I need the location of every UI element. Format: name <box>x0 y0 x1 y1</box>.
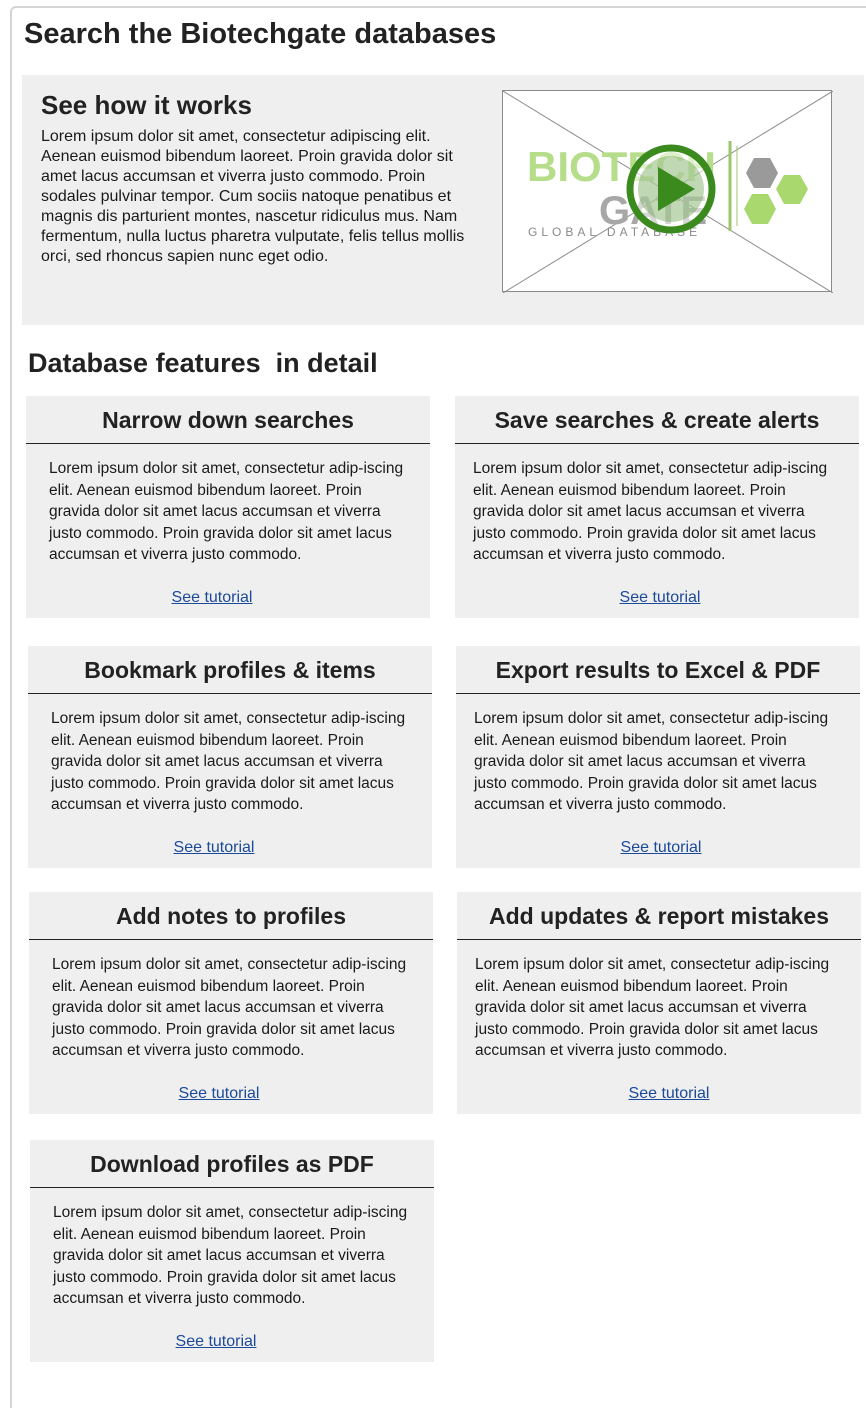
feature-card-description: Lorem ipsum dolor sit amet, consectetur … <box>49 460 404 563</box>
feature-card-narrow-down-searches: Narrow down searches Lorem ipsum dolor s… <box>26 396 430 618</box>
how-it-works-title: See how it works <box>41 90 252 120</box>
feature-card-save-searches: Save searches & create alerts Lorem ipsu… <box>455 396 859 618</box>
logo-hexagons-icon <box>744 158 808 224</box>
how-it-works-description: Lorem ipsum dolor sit amet, consectetur … <box>41 128 465 265</box>
feature-card-title: Export results to Excel & PDF <box>456 646 860 694</box>
see-tutorial-link[interactable]: See tutorial <box>30 1332 402 1352</box>
feature-card-download-profiles: Download profiles as PDF Lorem ipsum dol… <box>30 1140 434 1362</box>
feature-card-description: Lorem ipsum dolor sit amet, consectetur … <box>473 460 828 563</box>
see-tutorial-link[interactable]: See tutorial <box>26 588 398 608</box>
feature-card-title: Bookmark profiles & items <box>28 646 432 694</box>
how-it-works-panel: See how it works Lorem ipsum dolor sit a… <box>22 75 864 325</box>
see-tutorial-link[interactable]: See tutorial <box>457 1084 866 1104</box>
feature-card-description: Lorem ipsum dolor sit amet, consectetur … <box>52 956 407 1059</box>
feature-card-title: Download profiles as PDF <box>30 1140 434 1188</box>
feature-card-title: Narrow down searches <box>26 396 430 444</box>
feature-card-export-results: Export results to Excel & PDF Lorem ipsu… <box>456 646 860 868</box>
feature-card-description: Lorem ipsum dolor sit amet, consectetur … <box>51 710 406 813</box>
feature-card-add-updates: Add updates & report mistakes Lorem ipsu… <box>457 892 861 1114</box>
see-tutorial-link[interactable]: See tutorial <box>455 588 865 608</box>
page-title: Search the Biotechgate databases <box>24 18 497 50</box>
features-section-title: Database features in detail <box>28 348 378 378</box>
feature-card-bookmark-profiles: Bookmark profiles & items Lorem ipsum do… <box>28 646 432 868</box>
video-player[interactable]: BIOTECH GATE GLOBAL DATABASE <box>502 90 833 293</box>
feature-card-description: Lorem ipsum dolor sit amet, consectetur … <box>53 1204 408 1307</box>
feature-card-title: Add notes to profiles <box>29 892 433 940</box>
feature-card-title: Save searches & create alerts <box>455 396 859 444</box>
feature-card-title: Add updates & report mistakes <box>457 892 861 940</box>
see-tutorial-link[interactable]: See tutorial <box>28 838 400 858</box>
feature-card-add-notes: Add notes to profiles Lorem ipsum dolor … <box>29 892 433 1114</box>
feature-card-description: Lorem ipsum dolor sit amet, consectetur … <box>475 956 830 1059</box>
see-tutorial-link[interactable]: See tutorial <box>456 838 866 858</box>
play-icon[interactable] <box>626 144 716 234</box>
see-tutorial-link[interactable]: See tutorial <box>29 1084 409 1104</box>
feature-card-description: Lorem ipsum dolor sit amet, consectetur … <box>474 710 829 813</box>
video-thumbnail: BIOTECH GATE GLOBAL DATABASE <box>503 91 833 293</box>
